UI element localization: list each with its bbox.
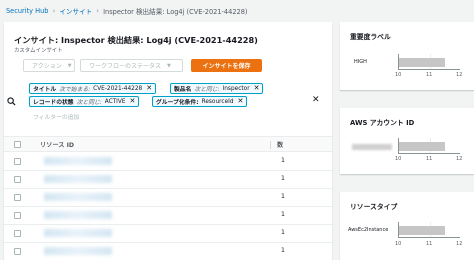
resource-type-card: リソースタイプ AwsEc2Instance 10 11 12 xyxy=(340,192,474,260)
resource-type-chart xyxy=(398,222,460,238)
breadcrumb-separator-icon: › xyxy=(52,7,56,15)
chip-value: Inspector xyxy=(222,85,250,92)
row-count: 1 xyxy=(281,175,285,182)
column-resource-id[interactable]: リソース ID xyxy=(40,140,74,149)
chip-operator: 次で始まる: xyxy=(59,87,91,93)
resource-id-link[interactable] xyxy=(44,247,112,255)
tick-label: 10 xyxy=(395,156,402,162)
tick-label: 10 xyxy=(395,72,402,78)
tick-label: 12 xyxy=(456,72,463,78)
page-subtitle: カスタムインサイト xyxy=(14,48,63,54)
tick-label: 11 xyxy=(426,156,433,162)
remove-filter-icon[interactable]: ✕ xyxy=(130,98,136,105)
search-icon xyxy=(7,97,16,106)
tick-label: 12 xyxy=(456,156,463,162)
resource-id-link[interactable] xyxy=(44,193,112,201)
resource-id-link[interactable] xyxy=(44,157,112,165)
workflow-status-dropdown[interactable]: ワークフローのステータス ▼ xyxy=(80,59,183,72)
row-checkbox[interactable] xyxy=(14,194,21,201)
column-divider xyxy=(270,141,271,149)
row-checkbox[interactable] xyxy=(14,158,21,165)
add-filter-input[interactable]: フィルターの追加 xyxy=(33,112,79,121)
chip-key: 製品名 xyxy=(174,87,192,93)
resource-id-link[interactable] xyxy=(44,211,112,219)
chip-key: タイトル xyxy=(33,87,57,93)
table-row[interactable]: 1 xyxy=(4,207,332,225)
row-checkbox[interactable] xyxy=(14,212,21,219)
remove-filter-icon[interactable]: ✕ xyxy=(254,85,260,92)
table-row[interactable]: 1 xyxy=(4,225,332,243)
chip-value: CVE-2021-44228 xyxy=(93,85,143,92)
chip-value: ResourceId xyxy=(201,98,234,105)
select-all-checkbox[interactable] xyxy=(14,141,21,148)
resource-id-link[interactable] xyxy=(44,229,112,237)
workflow-label: ワークフローのステータス xyxy=(89,63,162,70)
chip-key: グループ化条件: xyxy=(156,100,199,106)
resource-type-bar[interactable] xyxy=(399,226,445,235)
row-count: 1 xyxy=(281,229,285,236)
page-title: インサイト: Inspector 検出結果: Log4j (CVE-2021-4… xyxy=(14,35,258,45)
row-count: 1 xyxy=(281,211,285,218)
account-id-label xyxy=(352,144,392,150)
filter-chip-product: 製品名 次と同じ: Inspector ✕ xyxy=(170,83,264,94)
remove-filter-icon[interactable]: ✕ xyxy=(238,98,244,105)
row-count: 1 xyxy=(281,247,285,254)
column-count[interactable]: 数 xyxy=(277,140,283,149)
chip-operator: 次と同じ: xyxy=(76,100,102,106)
breadcrumb: Security Hub › インサイト › Inspector 検出結果: L… xyxy=(6,5,247,17)
account-chart xyxy=(398,138,460,154)
tick-label: 11 xyxy=(426,241,433,247)
actions-label: アクション xyxy=(32,63,62,70)
row-checkbox[interactable] xyxy=(14,176,21,183)
row-count: 1 xyxy=(281,193,285,200)
caret-down-icon: ▼ xyxy=(67,62,72,69)
breadcrumb-separator-icon: › xyxy=(96,7,100,15)
table-row[interactable]: 1 xyxy=(4,171,332,189)
bar-label: HIGH xyxy=(354,59,367,65)
bar-label: AwsEc2Instance xyxy=(348,227,389,233)
filter-chip-title: タイトル 次で始まる: CVE-2021-44228 ✕ xyxy=(29,83,157,94)
row-checkbox[interactable] xyxy=(14,248,21,255)
filter-chip-group-by: グループ化条件: ResourceId ✕ xyxy=(152,96,248,107)
aws-account-id-card: AWS アカウント ID 10 11 12 xyxy=(340,108,474,174)
breadcrumb-current: Inspector 検出結果: Log4j (CVE-2021-44228) xyxy=(103,8,248,16)
table-row[interactable]: 1 xyxy=(4,243,332,260)
chip-value: ACTIVE xyxy=(104,98,126,105)
account-bar[interactable] xyxy=(399,142,445,151)
tick-label: 10 xyxy=(395,241,402,247)
remove-filter-icon[interactable]: ✕ xyxy=(146,85,152,92)
actions-dropdown[interactable]: アクション ▼ xyxy=(23,59,75,72)
breadcrumb-security-hub[interactable]: Security Hub xyxy=(6,7,49,15)
card-title: AWS アカウント ID xyxy=(350,119,415,127)
filter-chip-record-state: レコードの状態 次と同じ: ACTIVE ✕ xyxy=(29,96,140,107)
tick-label: 11 xyxy=(426,72,433,78)
card-title: 重要度ラベル xyxy=(350,33,391,41)
caret-down-icon: ▼ xyxy=(167,62,171,69)
table-row[interactable]: 1 xyxy=(4,189,332,207)
clear-filters-icon[interactable]: ✕ xyxy=(312,95,320,105)
tick-label: 12 xyxy=(456,241,463,247)
severity-label-card: 重要度ラベル HIGH 10 11 12 xyxy=(340,22,474,90)
row-count: 1 xyxy=(281,157,285,164)
card-title: リソースタイプ xyxy=(350,203,398,211)
row-checkbox[interactable] xyxy=(14,230,21,237)
breadcrumb-insights[interactable]: インサイト xyxy=(59,6,92,16)
table-row[interactable]: 1 xyxy=(4,153,332,171)
chip-key: レコードの状態 xyxy=(33,100,74,106)
resource-id-link[interactable] xyxy=(44,175,112,183)
severity-chart xyxy=(398,54,460,70)
save-insight-button[interactable]: インサイトを保存 xyxy=(191,59,262,72)
severity-bar[interactable] xyxy=(399,58,445,67)
chip-operator: 次と同じ: xyxy=(194,87,220,93)
